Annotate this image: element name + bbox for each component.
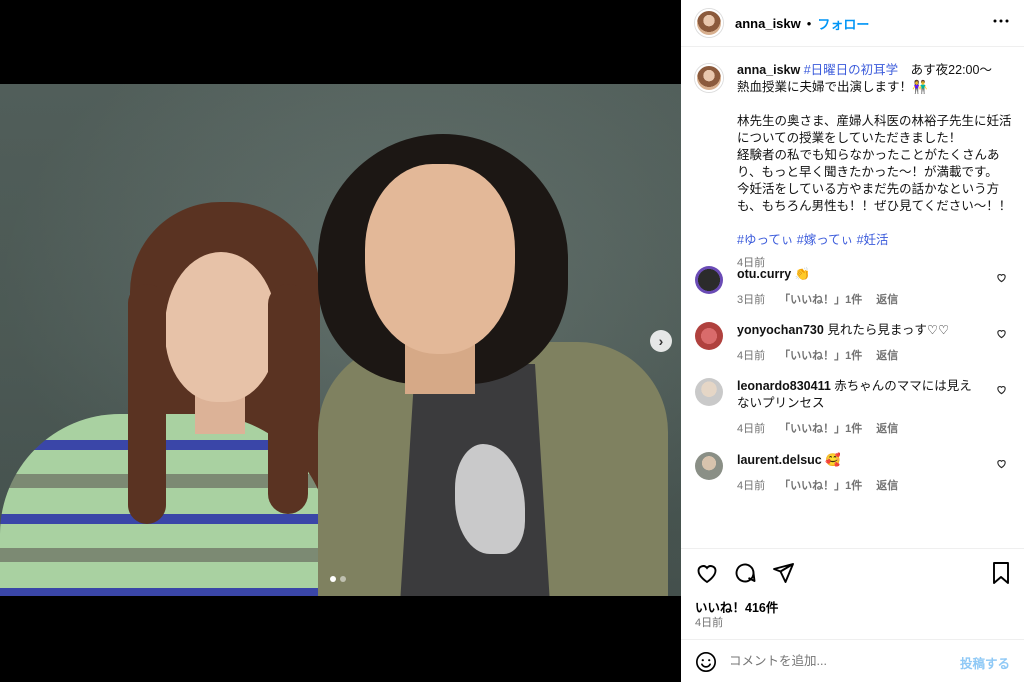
comment-time: 3日前 (737, 294, 766, 306)
comment-likes[interactable]: 「いいね！」1件 (779, 347, 862, 363)
caption-hashtag[interactable]: #日曜日の初耳学 (804, 63, 898, 77)
person-left-hair-strand (128, 284, 166, 524)
comment-item: otu.curry 👏 3日前 「いいね！」1件 返信 (695, 266, 1015, 307)
caption-line: あす夜22:00〜 (898, 63, 992, 77)
comment-likes[interactable]: 「いいね！」1件 (779, 477, 862, 493)
comment-item: yonyochan730 見れたら見まっす♡♡ 4日前 「いいね！」1件 返信 (695, 322, 1015, 363)
reply-button[interactable]: 返信 (876, 477, 898, 493)
next-image-button[interactable]: › (650, 330, 672, 352)
avatar[interactable] (695, 322, 723, 350)
person-left-hair-strand (268, 284, 308, 514)
emoji-smile-icon[interactable] (695, 651, 717, 678)
carousel-dot-active (330, 576, 336, 582)
carousel-dots (330, 576, 346, 582)
caption-line: り、もっと早く聞きたかった〜！が満載です。 (737, 165, 998, 179)
avatar[interactable] (695, 378, 723, 406)
post-comment-button[interactable]: 投稿する (960, 653, 1010, 672)
post-date: 4日前 (695, 617, 724, 629)
caption-line: 経験者の私でも知らなかったことがたくさんあ (737, 148, 1000, 162)
like-heart-icon[interactable] (695, 561, 719, 585)
post-actions: いいね！416件 4日前 投稿する (681, 548, 1024, 682)
header-separator: • (806, 15, 812, 31)
comment-item: laurent.delsuc 🥰 4日前 「いいね！」1件 返信 (695, 452, 1015, 493)
person-right-face (365, 164, 515, 354)
comment-likes[interactable]: 「いいね！」1件 (779, 420, 862, 436)
avatar[interactable] (695, 452, 723, 480)
avatar[interactable] (695, 64, 723, 92)
post-photo[interactable] (0, 84, 681, 596)
comment-text: 👏 (794, 267, 811, 281)
caption-username[interactable]: anna_iskw (737, 63, 800, 77)
comment-username[interactable]: otu.curry (737, 267, 791, 281)
add-comment-bar: 投稿する (681, 639, 1024, 682)
caption-line: 今妊活をしている方やまだ先の話かなという方 (737, 182, 1000, 196)
comment-icon[interactable] (733, 561, 757, 585)
comment-time: 4日前 (737, 423, 766, 435)
reply-button[interactable]: 返信 (876, 291, 898, 307)
like-comment-heart-icon[interactable] (996, 328, 1007, 342)
comment-item: leonardo830411 赤ちゃんのママには見えないプリンセス 4日前 「いい… (695, 378, 1015, 436)
person-left-face (165, 252, 277, 402)
follow-button[interactable]: フォロー (817, 14, 869, 33)
like-comment-heart-icon[interactable] (996, 458, 1007, 472)
post-side-panel: anna_iskw • フォロー anna_iskw #日曜日の初耳学 あす夜2… (681, 0, 1024, 682)
reply-button[interactable]: 返信 (876, 420, 898, 436)
post-media: › (0, 0, 681, 682)
comment-username[interactable]: yonyochan730 (737, 323, 824, 337)
caption-hashtags[interactable]: #ゆってぃ #嫁ってぃ #妊活 (737, 232, 1015, 249)
header-username[interactable]: anna_iskw (735, 16, 801, 31)
caption-text: anna_iskw #日曜日の初耳学 あす夜22:00〜 熱血授業に夫婦で出演し… (737, 62, 1015, 272)
post-header: anna_iskw • フォロー (681, 0, 1024, 47)
share-paper-plane-icon[interactable] (771, 561, 795, 585)
bookmark-icon[interactable] (990, 561, 1012, 590)
comment-text: 見れたら見まっす♡♡ (827, 323, 950, 337)
carousel-dot (340, 576, 346, 582)
comments-area[interactable]: anna_iskw #日曜日の初耳学 あす夜22:00〜 熱血授業に夫婦で出演し… (681, 48, 1024, 548)
comment-time: 4日前 (737, 350, 766, 362)
action-icons (695, 561, 795, 585)
like-comment-heart-icon[interactable] (996, 384, 1007, 398)
avatar[interactable] (695, 9, 723, 37)
comment-username[interactable]: laurent.delsuc (737, 453, 822, 467)
like-comment-heart-icon[interactable] (996, 272, 1007, 286)
comment-time: 4日前 (737, 480, 766, 492)
caption-line: 林先生の奥さま、産婦人科医の林裕子先生に妊活 (737, 114, 1012, 128)
more-options-icon[interactable] (992, 12, 1010, 35)
comment-text: 🥰 (825, 453, 841, 467)
caption-line: についての授業をしていただきました！ (737, 131, 962, 145)
avatar[interactable] (695, 266, 723, 294)
chevron-right-icon: › (658, 333, 664, 349)
comment-input[interactable] (729, 650, 949, 672)
comment-username[interactable]: leonardo830411 (737, 379, 831, 393)
caption-line: も、もちろん男性も！！ぜひ見てください〜！！ (737, 199, 1012, 213)
reply-button[interactable]: 返信 (876, 347, 898, 363)
caption-line: 熱血授業に夫婦で出演します！👫 (737, 80, 928, 94)
post-caption: anna_iskw #日曜日の初耳学 あす夜22:00〜 熱血授業に夫婦で出演し… (695, 62, 1015, 272)
comment-likes[interactable]: 「いいね！」1件 (779, 291, 862, 307)
